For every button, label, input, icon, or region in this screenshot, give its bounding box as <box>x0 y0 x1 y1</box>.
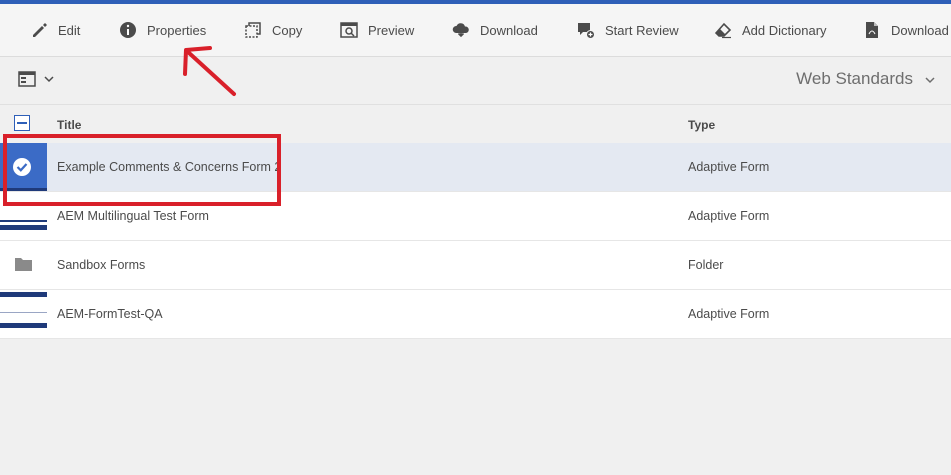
download-button[interactable]: Download <box>452 18 538 42</box>
action-toolbar: Edit Properties Copy Preview Download St… <box>0 4 951 57</box>
row-type: Adaptive Form <box>688 209 770 223</box>
row-title[interactable]: AEM Multilingual Test Form <box>57 209 209 223</box>
pdf-file-icon <box>866 22 878 38</box>
eraser-icon <box>714 22 732 39</box>
page: Edit Properties Copy Preview Download St… <box>0 0 951 475</box>
thumbnail-band <box>0 323 47 328</box>
row-title[interactable]: AEM-FormTest-QA <box>57 307 163 321</box>
table-row[interactable]: Sandbox Forms Folder <box>0 241 951 290</box>
copy-label: Copy <box>272 22 303 38</box>
preview-button[interactable]: Preview <box>340 18 414 42</box>
table-row[interactable]: Example Comments & Concerns Form 2 Adapt… <box>0 143 951 192</box>
edit-button[interactable]: Edit <box>30 18 80 42</box>
row-title[interactable]: Example Comments & Concerns Form 2 <box>57 160 281 174</box>
table-header-row: Title Type <box>0 105 951 143</box>
thumbnail-rule <box>0 312 47 313</box>
chevron-down-icon <box>44 76 54 83</box>
add-dictionary-label: Add Dictionary <box>742 22 827 38</box>
copy-button[interactable]: Copy <box>244 18 302 42</box>
view-selector-label[interactable]: Web Standards <box>796 69 913 89</box>
thumbnail-band <box>0 292 47 297</box>
add-dictionary-button[interactable]: Add Dictionary <box>714 18 827 42</box>
info-icon <box>120 22 136 38</box>
empty-list-area <box>0 339 951 475</box>
download-pdf-label: Download P <box>891 22 951 38</box>
row-type: Adaptive Form <box>688 307 770 321</box>
table-row[interactable]: AEM Multilingual Test Form Adaptive Form <box>0 192 951 241</box>
properties-button[interactable]: Properties <box>119 18 206 42</box>
thumbnail-band <box>0 225 47 230</box>
rail-toggle-button[interactable] <box>18 71 54 87</box>
edit-label: Edit <box>58 22 81 38</box>
preview-icon <box>340 22 358 38</box>
content-table: Title Type Example Comments & Concerns F… <box>0 105 951 339</box>
start-review-button[interactable]: Start Review <box>577 18 679 42</box>
view-selector-chevron-icon[interactable] <box>925 76 935 84</box>
folder-icon <box>15 258 32 271</box>
copy-icon <box>245 22 261 38</box>
cloud-download-icon <box>452 23 469 38</box>
table-row[interactable]: AEM-FormTest-QA Adaptive Form <box>0 290 951 339</box>
row-thumbnail[interactable] <box>0 290 47 338</box>
row-type: Folder <box>688 258 724 272</box>
start-review-label: Start Review <box>605 22 679 38</box>
view-bar: Web Standards <box>0 57 951 105</box>
type-column-header[interactable]: Type <box>688 118 715 132</box>
download-label: Download <box>480 22 538 38</box>
sidebar-panel-icon <box>18 71 36 87</box>
review-icon <box>578 23 595 39</box>
checkmark-circle-icon <box>0 158 47 191</box>
row-thumbnail[interactable] <box>0 192 47 240</box>
preview-label: Preview <box>368 22 415 38</box>
pencil-icon <box>33 23 47 37</box>
properties-label: Properties <box>147 22 207 38</box>
title-column-header[interactable]: Title <box>57 118 81 132</box>
download-pdf-button[interactable]: Download P <box>863 18 951 42</box>
thumbnail-rule <box>0 220 47 222</box>
row-thumbnail[interactable] <box>0 143 47 191</box>
row-thumbnail[interactable] <box>0 241 47 289</box>
row-title[interactable]: Sandbox Forms <box>57 258 145 272</box>
select-all-checkbox[interactable] <box>14 115 30 131</box>
row-type: Adaptive Form <box>688 160 770 174</box>
